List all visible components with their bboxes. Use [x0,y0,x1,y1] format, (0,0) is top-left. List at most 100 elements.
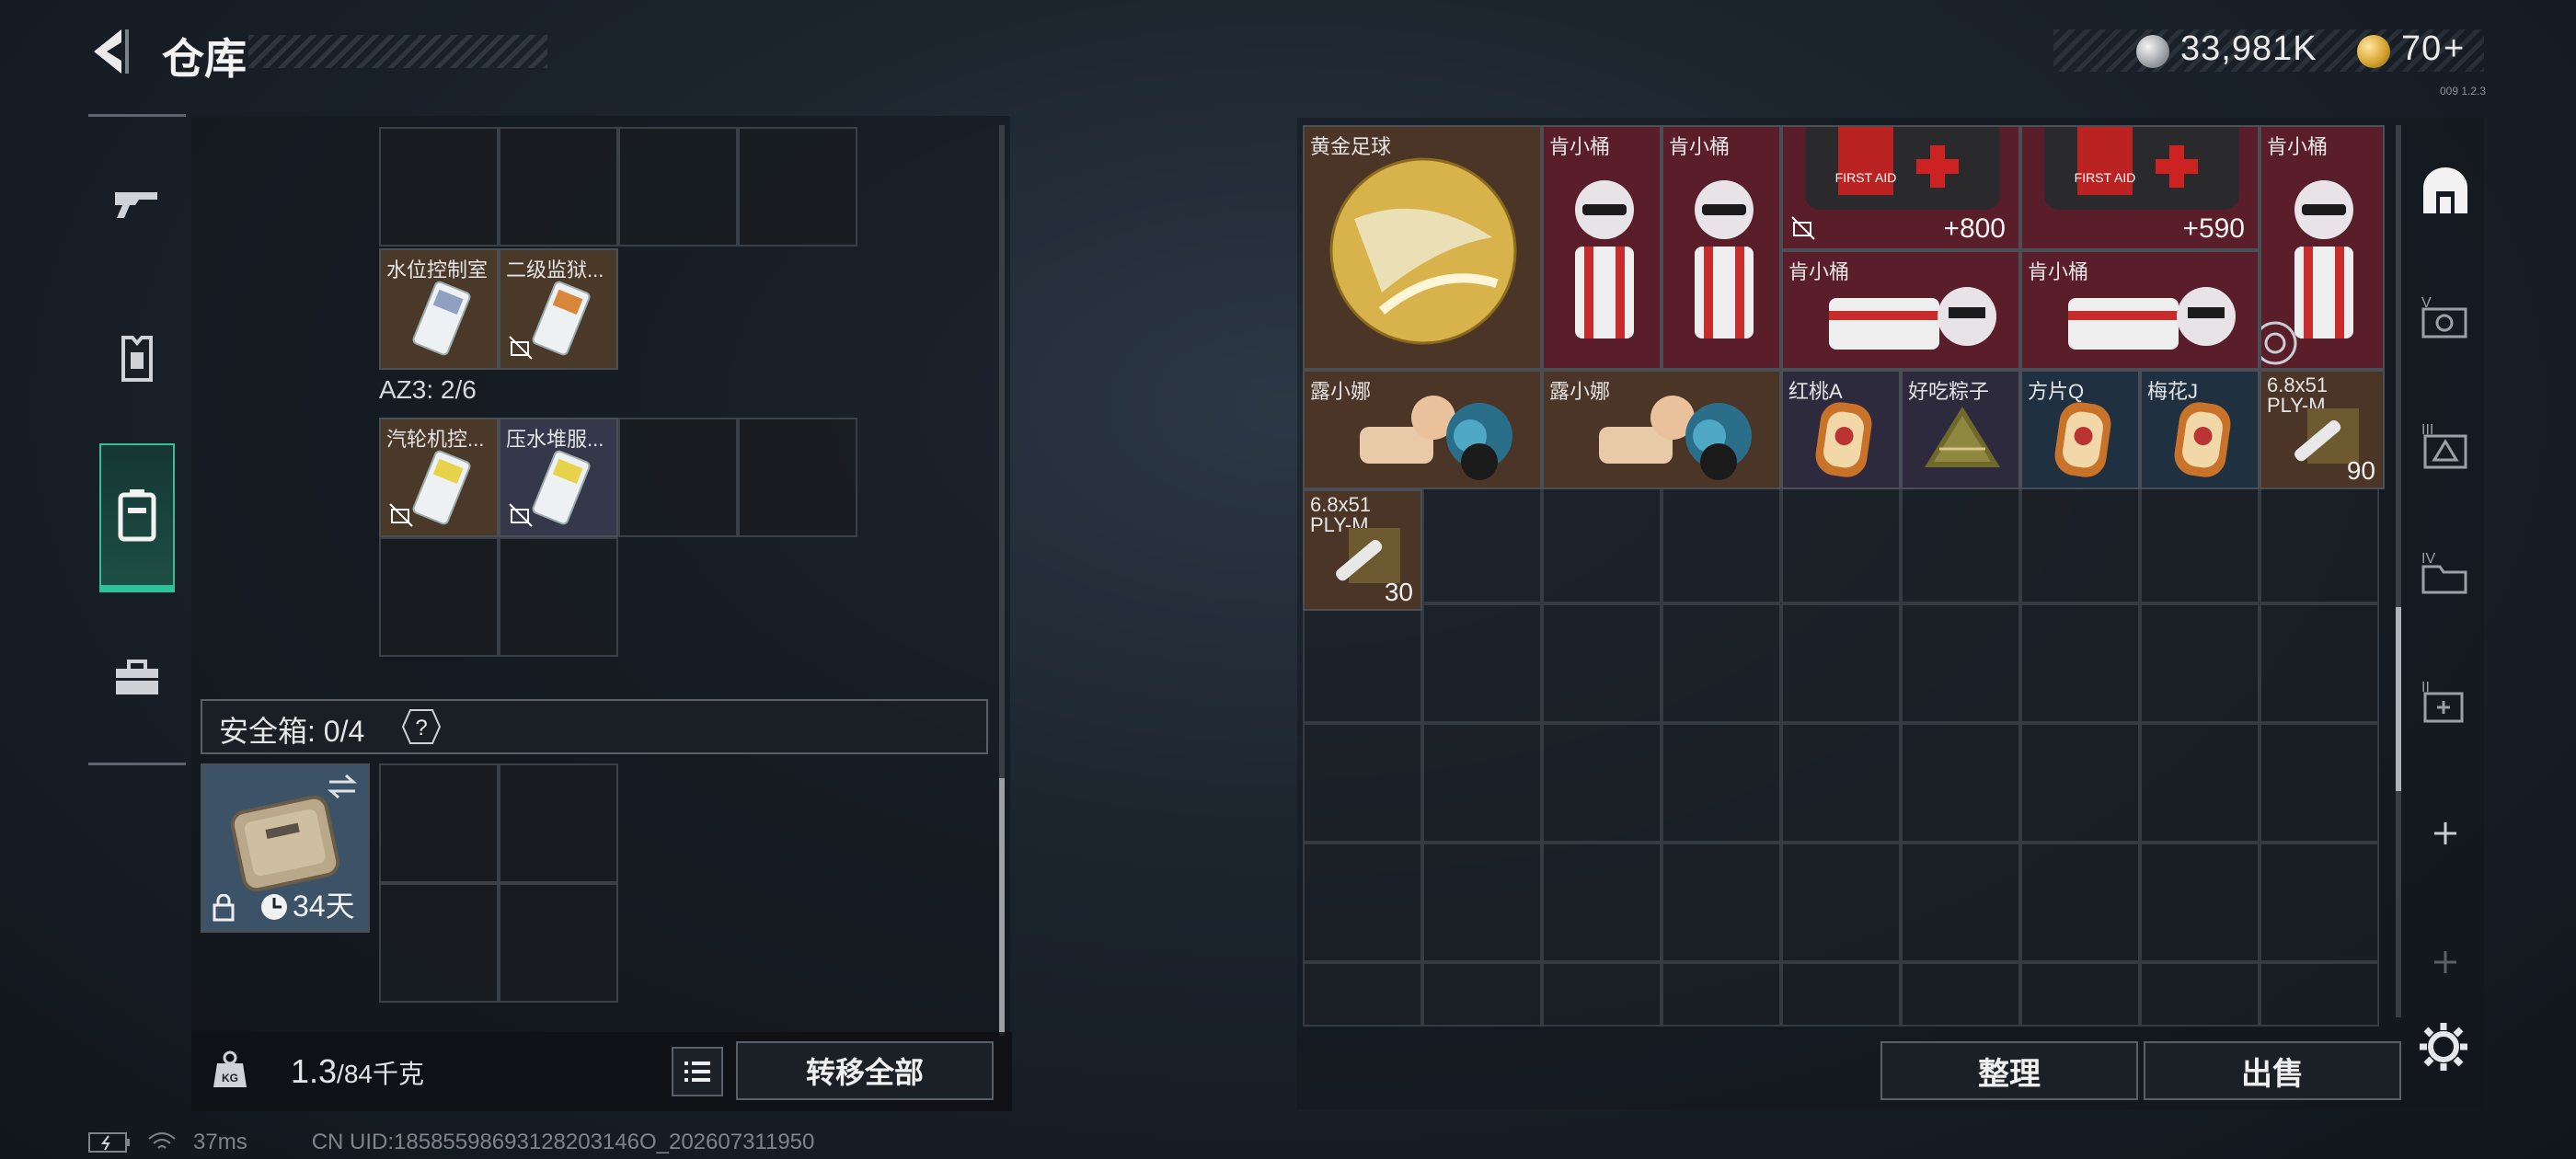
sort-button[interactable]: 整理 [1880,1041,2138,1100]
golden-football-item[interactable]: 黄金足球 [1303,125,1542,370]
kfc-bucket-item[interactable]: 肯小桶 [2260,125,2385,370]
storage-grid-cell[interactable] [1901,484,2020,603]
storage-grid-cell[interactable] [2260,603,2379,723]
kfc-bucket-item[interactable]: 肯小桶 [1781,250,2020,370]
storage-grid-cell[interactable] [2140,843,2260,962]
card-diamond-q-item[interactable]: 方片Q [2020,370,2140,489]
storage-grid-cell[interactable] [1662,723,1781,843]
nav-armor[interactable] [99,322,175,397]
grid-cell[interactable] [379,883,499,1003]
storage-tab-main[interactable] [2410,156,2480,226]
storage-grid-cell[interactable] [2260,843,2379,962]
storage-grid-cell[interactable] [2260,484,2379,603]
grid-cell[interactable] [618,418,738,537]
storage-grid-cell[interactable] [1542,843,1662,962]
svg-text:?: ? [415,716,427,740]
storage-grid-cell[interactable] [2260,723,2379,843]
storage-grid-cell[interactable] [1662,484,1781,603]
keycard-item[interactable]: 二级监狱... [499,248,618,370]
help-icon[interactable]: ? [401,708,442,745]
grid-cell[interactable] [379,127,499,247]
storage-grid-cell[interactable] [1662,843,1781,962]
storage-grid-cell[interactable] [2020,843,2140,962]
storage-grid-cell[interactable] [1901,962,2020,1027]
sell-button[interactable]: 出售 [2144,1041,2401,1100]
nav-toolbox[interactable] [99,640,175,716]
ammo-item[interactable]: 6.8x51 PLY-M 30 [1303,489,1422,611]
safe-case-item[interactable]: 34天 [201,763,370,933]
storage-grid-cell[interactable] [1901,723,2020,843]
nav-backpack[interactable] [99,443,175,592]
grid-cell[interactable] [499,763,618,883]
list-view-button[interactable] [672,1047,723,1096]
storage-grid-cell[interactable] [1542,723,1662,843]
keycard-item[interactable]: 汽轮机控... [379,418,499,537]
storage-grid-cell[interactable] [1662,603,1781,723]
storage-grid-cell[interactable] [1542,962,1662,1027]
storage-grid-cell[interactable] [2020,603,2140,723]
storage-grid-cell[interactable] [2020,723,2140,843]
grid-cell[interactable] [379,537,499,657]
storage-grid-cell[interactable] [1781,962,1901,1027]
first-aid-kit-item[interactable]: FIRST AID +590 [2020,125,2260,250]
swap-icon[interactable] [326,773,359,800]
storage-grid-cell[interactable] [1303,603,1422,723]
storage-grid-cell[interactable] [1901,603,2020,723]
storage-tab-4[interactable]: IV [2410,537,2480,607]
right-scrollbar[interactable] [2396,125,2401,1017]
storage-grid-cell[interactable] [1303,723,1422,843]
storage-grid-cell[interactable] [1303,843,1422,962]
storage-grid-cell[interactable] [2140,603,2260,723]
storage-grid-cell[interactable] [1662,962,1781,1027]
grid-cell[interactable] [379,763,499,883]
kfc-bucket-item[interactable]: 肯小桶 [2020,250,2260,370]
card-heart-a-item[interactable]: 红桃A [1781,370,1901,489]
storage-grid-cell[interactable] [1781,723,1901,843]
first-aid-kit-item[interactable]: FIRST AID +800 [1781,125,2020,250]
add-storage-button[interactable] [2410,798,2480,868]
right-scrollbar-thumb[interactable] [2396,607,2401,791]
settings-gear-icon[interactable] [2418,1021,2469,1073]
ammo-item[interactable]: 6.8x51 PLY-M 90 [2260,370,2385,489]
back-arrow-icon[interactable] [85,24,140,79]
storage-grid-cell[interactable] [1781,603,1901,723]
transfer-all-button[interactable]: 转移全部 [736,1041,994,1100]
storage-grid-cell[interactable] [1781,484,1901,603]
gold-currency-plus[interactable]: + [2444,29,2465,69]
keycard-item[interactable]: 水位控制室 [379,248,499,370]
grid-cell[interactable] [499,883,618,1003]
card-club-j-item[interactable]: 梅花J [2140,370,2260,489]
grid-cell[interactable] [499,537,618,657]
grid-cell[interactable] [738,127,857,247]
kfc-bucket-item[interactable]: 肯小桶 [1662,125,1781,370]
storage-grid-cell[interactable] [1781,843,1901,962]
storage-grid-cell[interactable] [1422,484,1542,603]
keycard-item[interactable]: 压水堆服... [499,418,618,537]
storage-grid-cell[interactable] [1542,603,1662,723]
grid-cell[interactable] [618,127,738,247]
storage-grid-cell[interactable] [1422,723,1542,843]
zongzi-item[interactable]: 好吃粽子 [1901,370,2020,489]
storage-tab-5[interactable]: V [2410,281,2480,351]
storage-grid-cell[interactable] [2020,962,2140,1027]
storage-grid-cell[interactable] [2260,962,2379,1027]
storage-grid-cell[interactable] [1303,962,1422,1027]
storage-grid-cell[interactable] [1542,484,1662,603]
left-scrollbar-thumb[interactable] [999,778,1005,1036]
luna-figure-item[interactable]: 露小娜 [1303,370,1542,489]
storage-grid-cell[interactable] [2020,484,2140,603]
grid-cell[interactable] [738,418,857,537]
storage-grid-cell[interactable] [1422,962,1542,1027]
storage-grid-cell[interactable] [1901,843,2020,962]
storage-tab-2[interactable]: II [2410,666,2480,736]
storage-grid-cell[interactable] [1422,843,1542,962]
storage-grid-cell[interactable] [2140,962,2260,1027]
storage-grid-cell[interactable] [2140,723,2260,843]
storage-grid-cell[interactable] [2140,484,2260,603]
kfc-bucket-item[interactable]: 肯小桶 [1542,125,1662,370]
storage-grid-cell[interactable] [1422,603,1542,723]
storage-tab-3[interactable]: III [2410,410,2480,480]
grid-cell[interactable] [499,127,618,247]
nav-weapon[interactable] [99,166,175,241]
luna-figure-item[interactable]: 露小娜 [1542,370,1781,489]
